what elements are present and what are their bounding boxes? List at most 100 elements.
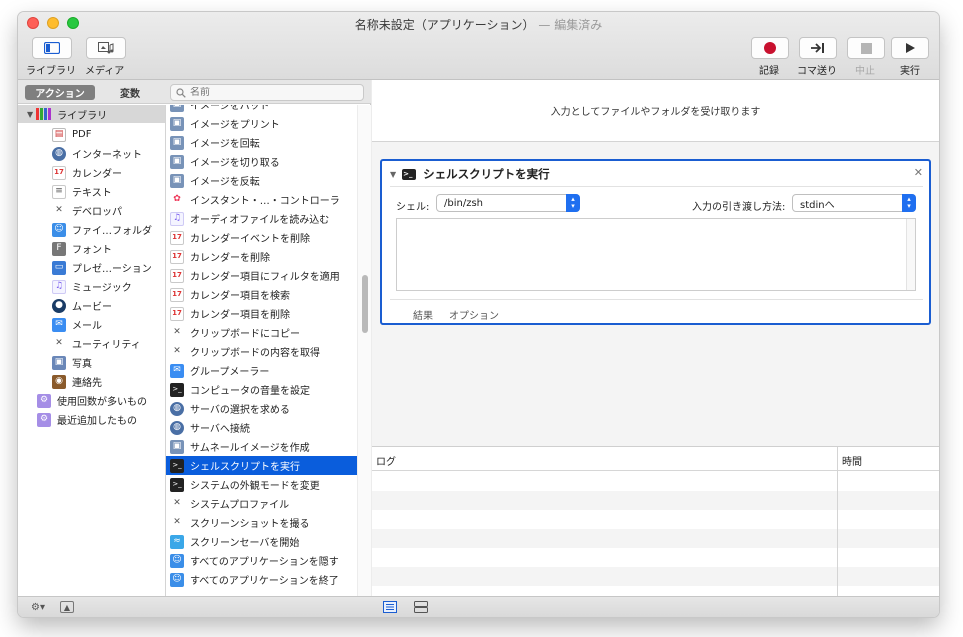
- library-category-item[interactable]: ✕ デベロッパ: [52, 201, 122, 220]
- calendar-icon: 17: [170, 230, 184, 245]
- music-icon: ♫: [52, 279, 66, 294]
- library-category-label: インターネット: [72, 150, 142, 161]
- select-arrows-icon: ▴ ▾: [902, 194, 916, 212]
- time-column-header[interactable]: 時間: [842, 453, 862, 468]
- options-toggle[interactable]: オプション: [449, 307, 499, 322]
- action-list-item[interactable]: 17 カレンダー項目を削除: [166, 304, 357, 323]
- action-list-item[interactable]: ☺ すべてのアプリケーションを隠す: [166, 551, 357, 570]
- action-list-item[interactable]: ▣ イメージを切り取る: [166, 152, 357, 171]
- library-category-item[interactable]: ◍ インターネット: [52, 144, 142, 163]
- window-title-edited: — 編集済み: [538, 18, 603, 32]
- action-list-item[interactable]: 17 カレンダーイベントを削除: [166, 228, 357, 247]
- shell-label: シェル:: [396, 202, 430, 213]
- script-editor[interactable]: [396, 218, 916, 291]
- library-category-item[interactable]: 17 カレンダー: [52, 163, 122, 182]
- action-list-item[interactable]: ◍ サーバの選択を求める: [166, 399, 357, 418]
- step-button[interactable]: [799, 37, 837, 59]
- tab-variables[interactable]: 変数: [100, 85, 160, 100]
- disclosure-open-icon[interactable]: ▼: [390, 170, 396, 179]
- select-arrows-icon: ▴ ▾: [566, 194, 580, 212]
- play-icon: [906, 43, 915, 53]
- library-category-item[interactable]: ▭ プレゼ…ーション: [52, 258, 152, 277]
- gear-menu-icon[interactable]: ⚙︎▾: [27, 600, 49, 614]
- action-list-scrollbar[interactable]: [357, 105, 371, 596]
- action-list-item[interactable]: ▣ イメージを反転: [166, 171, 357, 190]
- input-method-select[interactable]: stdinへ ▴ ▾: [792, 194, 916, 212]
- library-category-item[interactable]: ≡ テキスト: [52, 182, 112, 201]
- script-scrollbar[interactable]: [906, 219, 915, 290]
- scrollbar-thumb[interactable]: [362, 275, 368, 333]
- action-list-item[interactable]: ≈ スクリーンセーバを開始: [166, 532, 357, 551]
- action-list-item[interactable]: ☺ すべてのアプリケーションを終了: [166, 570, 357, 589]
- action-list-item[interactable]: >_ シェルスクリプトを実行: [166, 456, 357, 475]
- bottom-bar: ⚙︎▾ ▲: [18, 596, 939, 617]
- action-list-item[interactable]: ◍ サーバへ接続: [166, 418, 357, 437]
- action-list-item[interactable]: >_ システムの外観モードを変更: [166, 475, 357, 494]
- preview-icon: ▣: [170, 154, 184, 169]
- library-category-item[interactable]: ✕ ユーティリティ: [52, 334, 141, 353]
- remove-action-icon[interactable]: ✕: [914, 166, 923, 179]
- run-button[interactable]: [891, 37, 929, 59]
- action-list-item[interactable]: ▣ イメージを回転: [166, 133, 357, 152]
- media-button[interactable]: [86, 37, 126, 59]
- action-list-item[interactable]: 17 カレンダーを削除: [166, 247, 357, 266]
- list-view-icon[interactable]: [382, 600, 398, 614]
- globe-icon: ◍: [170, 420, 184, 435]
- smart-group-item[interactable]: ⚙ 最近追加したもの: [37, 410, 137, 429]
- shell-script-action[interactable]: ▼ >_ シェルスクリプトを実行 ✕ シェル: /bin/zsh ▴ ▾ 入力の引…: [380, 159, 931, 325]
- smart-group-label: 最近追加したもの: [57, 416, 137, 427]
- action-list-item[interactable]: ▣ イメージをプリント: [166, 114, 357, 133]
- library-toggle-button[interactable]: [32, 37, 72, 59]
- log-column-header[interactable]: ログ: [376, 453, 396, 468]
- action-list-item[interactable]: 17 カレンダー項目にフィルタを適用: [166, 266, 357, 285]
- library-category-item[interactable]: ● ムービー: [52, 296, 112, 315]
- action-list-item[interactable]: ▣ サムネールイメージを作成: [166, 437, 357, 456]
- search-field[interactable]: [170, 84, 364, 101]
- action-list-item[interactable]: 17 カレンダー項目を検索: [166, 285, 357, 304]
- action-list-label: イメージを回転: [190, 139, 260, 150]
- library-root-item[interactable]: ▼ ライブラリ: [18, 105, 165, 123]
- action-list-item[interactable]: ✿ インスタント・…・コントローラ: [166, 190, 357, 209]
- preview-icon: ▣: [170, 116, 184, 131]
- preview-icon: ▣: [170, 439, 184, 454]
- log-column-divider[interactable]: [837, 447, 838, 597]
- smart-group-item[interactable]: ⚙ 使用回数が多いもの: [37, 391, 147, 410]
- action-list-label: コンピュータの音量を設定: [190, 386, 310, 397]
- log-row-stripe: [372, 529, 939, 548]
- smart-group-label: 使用回数が多いもの: [57, 397, 147, 408]
- library-category-item[interactable]: ♫ ミュージック: [52, 277, 132, 296]
- action-list-item[interactable]: ▣ イメージをパッド: [166, 105, 357, 114]
- stop-button[interactable]: [847, 37, 885, 59]
- tools-icon: ✕: [55, 338, 63, 348]
- library-category-item[interactable]: ◉ 連絡先: [52, 372, 102, 391]
- library-category-item[interactable]: ✉ メール: [52, 315, 102, 334]
- action-list-item[interactable]: ♫ オーディオファイルを読み込む: [166, 209, 357, 228]
- tab-actions[interactable]: アクション: [25, 85, 95, 100]
- library-category-item[interactable]: ☺ ファイ…フォルダ: [52, 220, 152, 239]
- action-header: ▼ >_ シェルスクリプトを実行: [390, 165, 550, 183]
- input-method-label: 入力の引き渡し方法:: [692, 202, 786, 213]
- photo-icon: ▣: [52, 355, 66, 370]
- log-row-stripe: [372, 491, 939, 510]
- results-toggle[interactable]: 結果: [413, 307, 433, 322]
- library-books-icon: [36, 108, 52, 120]
- search-input[interactable]: [190, 87, 350, 98]
- library-category-item[interactable]: ▣ 写真: [52, 353, 92, 372]
- library-list: ▼ ライブラリ ▤ PDF ◍ インターネット 17 カレンダー ≡ テキスト ✕ デベロッパ ☺ フ…: [18, 105, 166, 596]
- split-view-icon[interactable]: [413, 600, 429, 614]
- tools-icon: ✕: [173, 517, 181, 527]
- action-list-item[interactable]: ✕ スクリーンショットを撮る: [166, 513, 357, 532]
- description-toggle-icon[interactable]: ▲: [60, 601, 74, 613]
- library-category-item[interactable]: F フォント: [52, 239, 112, 258]
- screensaver-icon: ≈: [170, 534, 184, 549]
- action-list-item[interactable]: ✕ クリップボードにコピー: [166, 323, 357, 342]
- calendar-icon: 17: [170, 306, 184, 321]
- action-list-item[interactable]: ✕ システムプロファイル: [166, 494, 357, 513]
- tools-icon: ✕: [173, 498, 181, 508]
- action-list-item[interactable]: >_ コンピュータの音量を設定: [166, 380, 357, 399]
- record-button[interactable]: [751, 37, 789, 59]
- action-list-item[interactable]: ✕ クリップボードの内容を取得: [166, 342, 357, 361]
- action-list-item[interactable]: ✉ グループメーラー: [166, 361, 357, 380]
- library-category-item[interactable]: ▤ PDF: [52, 125, 91, 144]
- shell-select[interactable]: /bin/zsh ▴ ▾: [436, 194, 580, 212]
